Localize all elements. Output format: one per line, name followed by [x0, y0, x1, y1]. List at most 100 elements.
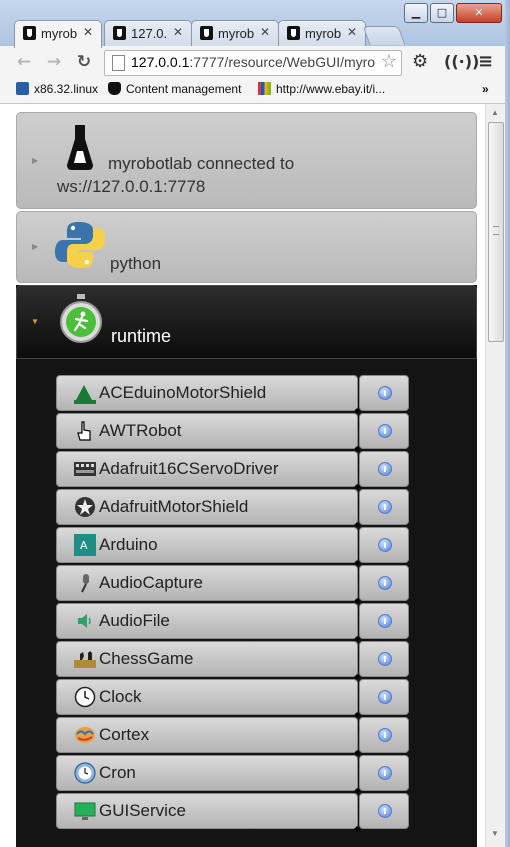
- close-tab-icon[interactable]: ✕: [347, 25, 357, 39]
- panel-runtime-header[interactable]: ▼ runtime: [16, 285, 477, 359]
- panel-python-title: python: [110, 254, 162, 273]
- scroll-up-arrow-icon[interactable]: ▲: [491, 108, 499, 117]
- service-info-button[interactable]: [359, 451, 409, 487]
- service-info-button[interactable]: [359, 489, 409, 525]
- service-info-button[interactable]: [359, 793, 409, 829]
- tab-myrobotlab-1[interactable]: myrob ✕: [14, 20, 102, 48]
- panel-myrobotlab[interactable]: ▶ myrobotlab connected to ws://127.0.0.1…: [16, 112, 477, 209]
- service-row[interactable]: AdafruitMotorShield: [56, 489, 358, 525]
- python-logo-icon: [55, 222, 105, 268]
- service-info-button[interactable]: [359, 603, 409, 639]
- myrobotlab-favicon-icon: [113, 26, 126, 40]
- service-info-button[interactable]: [359, 413, 409, 449]
- back-arrow-icon[interactable]: ←: [14, 52, 34, 72]
- service-name: AudioFile: [99, 611, 170, 630]
- runtime-stopwatch-icon: [60, 294, 102, 343]
- service-info-button[interactable]: [359, 527, 409, 563]
- info-icon: [378, 652, 392, 666]
- myrobotlab-logo-icon: [67, 125, 93, 170]
- info-icon: [378, 728, 392, 742]
- hand-pointer-icon: [74, 420, 96, 442]
- bookmark-content-management[interactable]: Content management: [108, 82, 241, 96]
- bookmarks-bar: x86.32.linux Content management http://w…: [0, 78, 510, 104]
- tab-myrobotlab-2[interactable]: myrob ✕: [191, 20, 279, 47]
- url-text[interactable]: 127.0.0.1:7777/resource/WebGUI/myrobotla…: [131, 54, 375, 70]
- collapse-caret-icon[interactable]: ▶: [32, 156, 38, 165]
- microphone-icon: [74, 572, 96, 594]
- close-tab-icon[interactable]: ✕: [83, 25, 93, 39]
- tab-myrobotlab-3[interactable]: myrob ✕: [278, 20, 366, 47]
- info-icon: [378, 766, 392, 780]
- expanded-caret-icon[interactable]: ▼: [31, 317, 39, 326]
- panel-runtime-title: runtime: [111, 326, 172, 346]
- tab-localhost[interactable]: 127.0. ✕: [104, 20, 192, 47]
- panel-myrobotlab-ws-address: ws://127.0.0.1:7778: [57, 177, 206, 196]
- panel-myrobotlab-title: myrobotlab connected to: [108, 154, 295, 173]
- service-info-button[interactable]: [359, 375, 409, 411]
- brain-icon: [74, 724, 96, 746]
- info-icon: [378, 424, 392, 438]
- bookmark-star-icon[interactable]: ☆: [381, 51, 397, 72]
- close-tab-icon[interactable]: ✕: [173, 25, 183, 39]
- info-icon: [378, 462, 392, 476]
- clock-icon: [74, 686, 96, 708]
- menu-icon[interactable]: ≡: [478, 52, 493, 72]
- info-icon: [378, 804, 392, 818]
- bookmark-x86-linux[interactable]: x86.32.linux: [16, 82, 98, 96]
- bookmarks-overflow-button[interactable]: »: [482, 82, 489, 96]
- maximize-button[interactable]: □: [430, 3, 454, 23]
- service-name: ChessGame: [99, 649, 194, 668]
- service-info-button[interactable]: [359, 717, 409, 753]
- svg-text:A: A: [80, 539, 88, 552]
- service-row[interactable]: Cron: [56, 755, 358, 791]
- window-titlebar: ▁ □ ✕ myrob ✕ 127.0. ✕ myrob ✕ myrob ✕: [0, 0, 510, 48]
- scrollbar-thumb[interactable]: [488, 122, 504, 342]
- broadcast-icon[interactable]: ((·)): [444, 52, 479, 72]
- myrobotlab-favicon-icon: [200, 26, 213, 40]
- collapse-caret-icon[interactable]: ▶: [32, 242, 38, 251]
- service-row[interactable]: A Arduino: [56, 527, 358, 563]
- address-bar[interactable]: 127.0.0.1:7777/resource/WebGUI/myrobotla…: [104, 50, 402, 76]
- service-name: Clock: [99, 687, 142, 706]
- reload-icon[interactable]: ↻: [74, 52, 94, 72]
- adafruit-flower-icon: [74, 496, 96, 518]
- service-row[interactable]: Cortex: [56, 717, 358, 753]
- ebay-favicon-icon: [258, 82, 271, 95]
- page-content: ▶ myrobotlab connected to ws://127.0.0.1…: [0, 104, 485, 847]
- service-name: Cron: [99, 763, 136, 782]
- service-row[interactable]: GUIService: [56, 793, 358, 829]
- minimize-button[interactable]: ▁: [404, 3, 428, 23]
- chess-icon: [74, 648, 96, 670]
- service-info-button[interactable]: [359, 565, 409, 601]
- service-info-button[interactable]: [359, 641, 409, 677]
- service-row[interactable]: ChessGame: [56, 641, 358, 677]
- browser-toolbar: ← → ↻ 127.0.0.1:7777/resource/WebGUI/myr…: [0, 46, 510, 78]
- new-tab-button[interactable]: [362, 26, 406, 45]
- service-name: AudioCapture: [99, 573, 203, 592]
- monitor-icon: [74, 800, 96, 822]
- arduino-icon: A: [74, 534, 96, 556]
- service-info-button[interactable]: [359, 679, 409, 715]
- servo-board-icon: [74, 458, 96, 480]
- bookmark-ebay[interactable]: http://www.ebay.it/i...: [258, 82, 385, 96]
- service-row[interactable]: AudioCapture: [56, 565, 358, 601]
- forward-arrow-icon[interactable]: →: [44, 52, 64, 72]
- service-row[interactable]: AWTRobot: [56, 413, 358, 449]
- page-scrollbar[interactable]: ▲ ▼: [485, 104, 506, 847]
- service-name: GUIService: [99, 801, 186, 820]
- service-info-button[interactable]: [359, 755, 409, 791]
- scroll-down-arrow-icon[interactable]: ▼: [491, 829, 499, 838]
- service-row[interactable]: AudioFile: [56, 603, 358, 639]
- service-row[interactable]: ACEduinoMotorShield: [56, 375, 358, 411]
- page-icon: [112, 55, 125, 71]
- myrobotlab-favicon-icon: [287, 26, 300, 40]
- service-row[interactable]: Clock: [56, 679, 358, 715]
- service-row[interactable]: Adafruit16CServoDriver: [56, 451, 358, 487]
- service-name: Adafruit16CServoDriver: [99, 459, 279, 478]
- gear-icon[interactable]: ⚙: [412, 52, 428, 72]
- service-name: ACEduinoMotorShield: [99, 383, 267, 402]
- cron-clock-icon: [74, 762, 96, 784]
- close-tab-icon[interactable]: ✕: [260, 25, 270, 39]
- close-window-button[interactable]: ✕: [456, 3, 502, 23]
- panel-python[interactable]: ▶ python: [16, 211, 477, 283]
